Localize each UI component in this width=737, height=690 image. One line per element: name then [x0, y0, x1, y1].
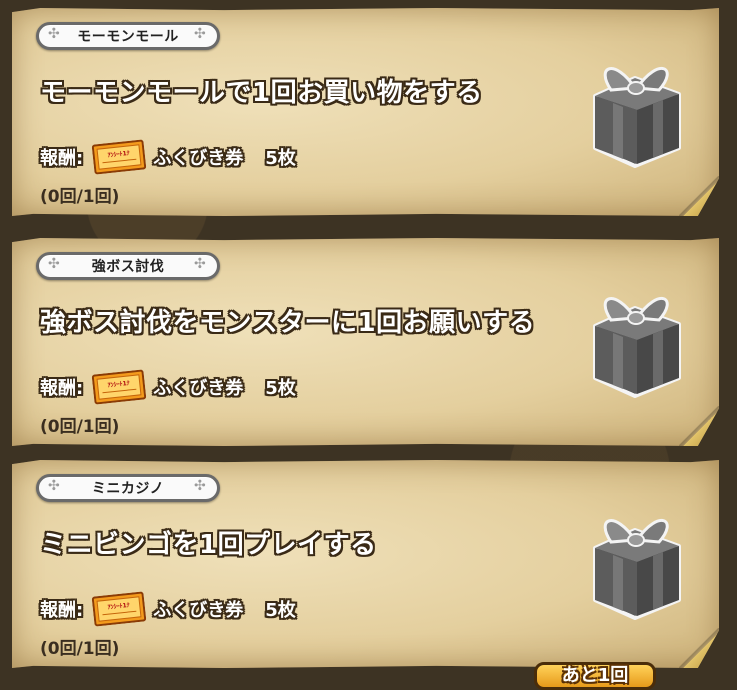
category-label: ミニカジノ [91, 481, 165, 497]
reward-label: 報酬: [40, 378, 84, 399]
flower-ornament-icon [194, 26, 207, 42]
reward-label: 報酬: [40, 600, 84, 621]
mission-card[interactable]: 強ボス討伐 強ボス討伐をモンスターに1回お願いする 報酬: ｱﾝｼｰﾄ1ﾅ ふく… [12, 238, 719, 446]
flower-ornament-icon [194, 256, 207, 272]
mission-title: ミニビンゴを1回プレイする [40, 530, 377, 560]
reward-row: 報酬: ｱﾝｼｰﾄ1ﾅ ふくびき券 5枚 [40, 591, 296, 627]
reward-item: ふくびき券 [153, 600, 244, 621]
category-tag: モーモンモール [36, 22, 220, 50]
reward-row: 報酬: ｱﾝｼｰﾄ1ﾅ ふくびき券 5枚 [40, 139, 296, 175]
lottery-ticket-icon: ｱﾝｼｰﾄ1ﾅ [92, 591, 147, 627]
lottery-ticket-icon: ｱﾝｼｰﾄ1ﾅ [92, 139, 147, 175]
mission-title: モーモンモールで1回お買い物をする [40, 78, 483, 108]
mission-title: 強ボス討伐をモンスターに1回お願いする [40, 308, 536, 338]
reward-count: 5枚 [265, 148, 296, 169]
mission-progress: (0回/1回) [40, 187, 120, 207]
flower-ornament-icon [194, 478, 207, 494]
lottery-ticket-icon: ｱﾝｼｰﾄ1ﾅ [92, 369, 147, 405]
gift-box-icon [593, 519, 681, 620]
gift-box-icon [593, 67, 681, 168]
reward-item: ふくびき券 [153, 378, 244, 399]
mission-progress: (0回/1回) [40, 417, 120, 437]
reward-row: 報酬: ｱﾝｼｰﾄ1ﾅ ふくびき券 5枚 [40, 369, 296, 405]
category-tag: ミニカジノ [36, 474, 220, 502]
flower-ornament-icon [48, 478, 61, 494]
mission-card[interactable]: ミニカジノ ミニビンゴを1回プレイする 報酬: ｱﾝｼｰﾄ1ﾅ ふくびき券 5枚… [12, 460, 719, 668]
flower-ornament-icon [48, 26, 61, 42]
gift-box-icon [593, 297, 681, 398]
reward-count: 5枚 [265, 378, 296, 399]
reward-label: 報酬: [40, 148, 84, 169]
mission-card[interactable]: モーモンモール モーモンモールで1回お買い物をする 報酬: ｱﾝｼｰﾄ1ﾅ ふく… [12, 8, 719, 216]
remaining-count-button[interactable]: あと1回 [534, 662, 656, 690]
flower-ornament-icon [48, 256, 61, 272]
category-label: 強ボス討伐 [91, 259, 165, 275]
reward-item: ふくびき券 [153, 148, 244, 169]
reward-count: 5枚 [265, 600, 296, 621]
mission-progress: (0回/1回) [40, 639, 120, 659]
category-tag: 強ボス討伐 [36, 252, 220, 280]
category-label: モーモンモール [77, 29, 179, 45]
